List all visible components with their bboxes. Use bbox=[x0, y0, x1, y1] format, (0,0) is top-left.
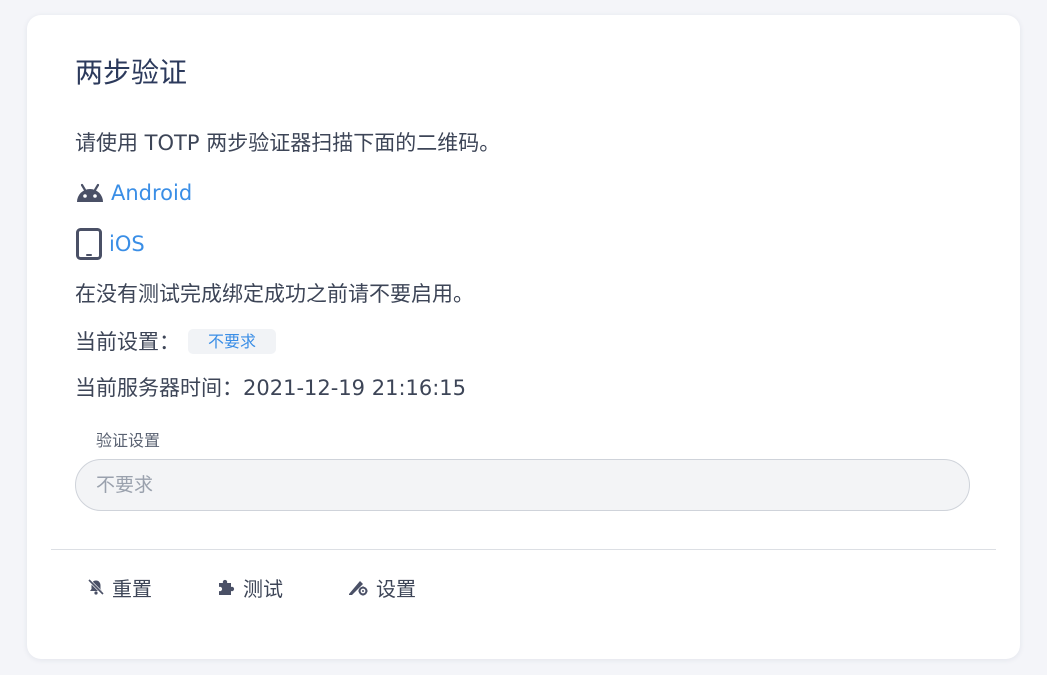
ios-link-row[interactable]: iOS bbox=[75, 228, 145, 260]
reset-label: 重置 bbox=[112, 576, 152, 601]
settings-label: 设置 bbox=[376, 576, 416, 601]
intro-text: 请使用 TOTP 两步验证器扫描下面的二维码。 bbox=[75, 131, 501, 155]
warning-text: 在没有测试完成绑定成功之前请不要启用。 bbox=[75, 282, 474, 306]
server-time-label: 当前服务器时间： bbox=[75, 376, 243, 400]
test-button[interactable]: 测试 bbox=[204, 570, 295, 604]
ios-link[interactable]: iOS bbox=[109, 229, 145, 259]
settings-button[interactable]: 设置 bbox=[335, 570, 428, 604]
reset-button[interactable]: 重置 bbox=[75, 570, 164, 604]
server-time-value: 2021-12-19 21:16:15 bbox=[243, 376, 467, 400]
android-icon bbox=[75, 182, 105, 204]
two-factor-card: 两步验证 请使用 TOTP 两步验证器扫描下面的二维码。 Android iOS… bbox=[27, 15, 1020, 659]
current-setting-row: 当前设置： 不要求 bbox=[75, 327, 277, 357]
page-title: 两步验证 bbox=[75, 56, 188, 89]
tablet-icon bbox=[75, 228, 103, 260]
server-time-row: 当前服务器时间：2021-12-19 21:16:15 bbox=[75, 373, 466, 403]
current-setting-label: 当前设置： bbox=[75, 330, 180, 354]
divider bbox=[51, 549, 996, 550]
puzzle-icon bbox=[216, 577, 236, 597]
bell-off-icon bbox=[87, 578, 105, 596]
test-label: 测试 bbox=[243, 576, 283, 601]
verify-setting-label: 验证设置 bbox=[96, 431, 161, 450]
action-bar: 重置 测试 设置 bbox=[75, 570, 468, 604]
android-link[interactable]: Android bbox=[111, 178, 192, 208]
verify-setting-select[interactable]: 不要求 bbox=[75, 459, 970, 511]
status-badge: 不要求 bbox=[188, 329, 277, 354]
android-link-row[interactable]: Android bbox=[75, 177, 192, 209]
pen-gear-icon bbox=[347, 577, 369, 597]
